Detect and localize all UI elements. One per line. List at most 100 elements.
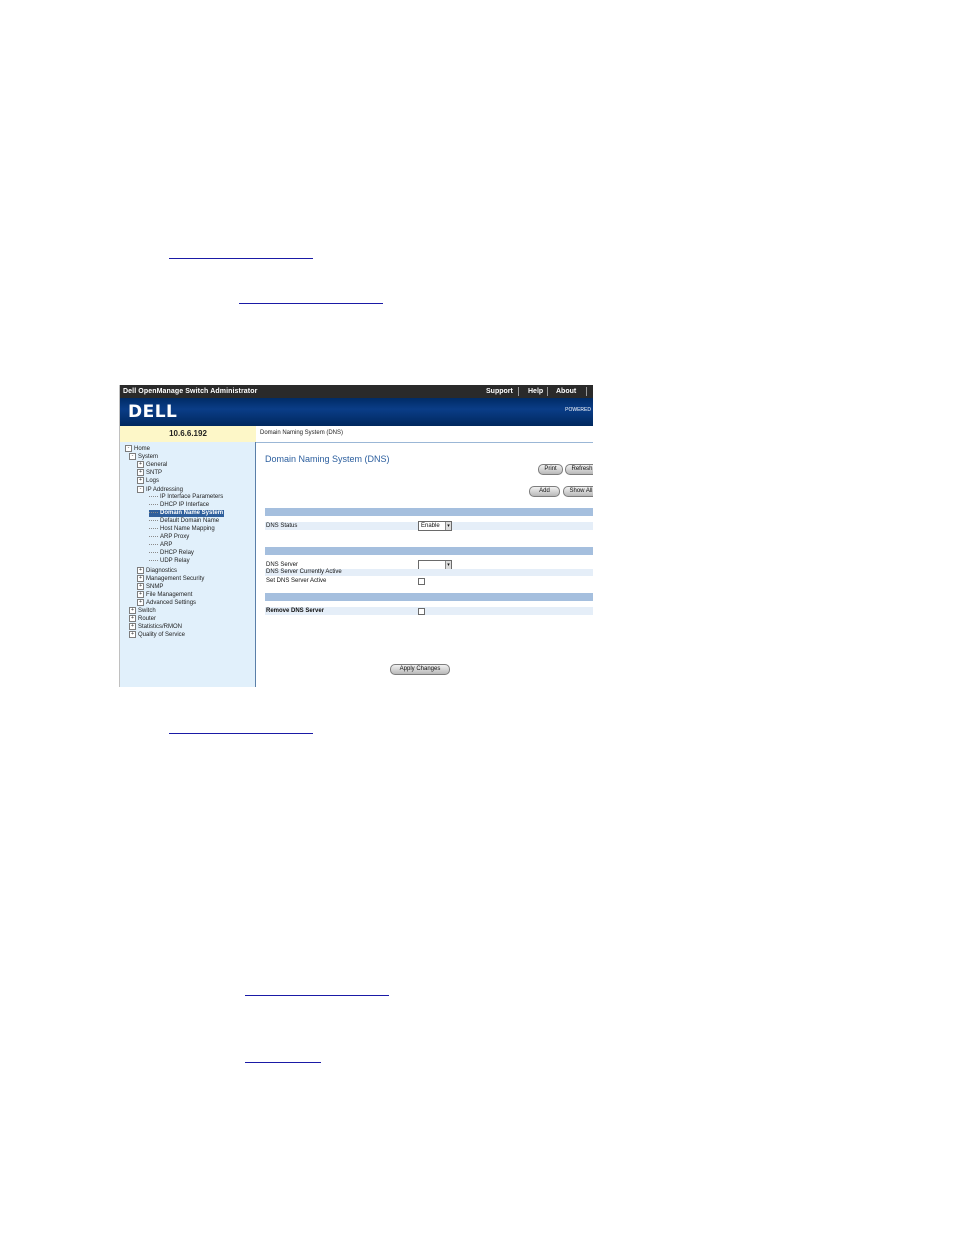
show-all-button[interactable]: Show All <box>563 486 593 497</box>
tree-item[interactable]: + SNMP <box>137 582 164 590</box>
collapse-icon[interactable]: - <box>129 453 136 461</box>
page-tab-label: Domain Naming System (DNS) <box>260 430 344 436</box>
tree-item[interactable]: Host Name Mapping <box>149 526 215 533</box>
tree-item-label: Home <box>134 446 151 453</box>
doc-link-2[interactable] <box>239 291 383 304</box>
tree-item[interactable]: + Quality of Service <box>129 631 185 638</box>
tree-item[interactable]: + SNTP <box>137 469 162 476</box>
dns-status-value: Enable <box>421 523 440 529</box>
dell-logo: DELL <box>128 402 178 422</box>
tree-item-label: Logs <box>146 478 160 485</box>
divider <box>547 387 548 396</box>
tree-item[interactable]: + Logs <box>137 477 159 484</box>
dns-status-select[interactable]: Enable ▾ <box>418 521 452 531</box>
doc-link-1[interactable] <box>169 246 313 259</box>
divider <box>518 387 519 396</box>
expand-icon[interactable]: + <box>129 615 136 623</box>
tree-item[interactable]: - System <box>129 453 158 460</box>
tree-item[interactable]: ARP <box>149 542 172 549</box>
doc-link-5[interactable] <box>245 1050 321 1063</box>
tree-connector <box>149 544 158 546</box>
navigation-tree: - Home - System + General + SNTP + Logs - IP Addres… <box>120 442 256 687</box>
tree-item[interactable]: - Home <box>125 445 150 452</box>
tree-item[interactable]: + Statistics/RMON <box>129 623 182 630</box>
remove-dns-row: Remove DNS Server <box>265 607 593 615</box>
tree-item-label: SNMP <box>146 583 164 590</box>
expand-icon[interactable]: + <box>137 461 144 469</box>
expand-icon[interactable]: + <box>137 566 144 574</box>
tree-item[interactable]: + Switch <box>129 607 156 614</box>
tree-item-label: ARP <box>160 542 173 549</box>
tree-item[interactable]: IP Interface Parameters <box>149 494 223 501</box>
remove-dns-checkbox[interactable] <box>418 608 425 615</box>
tree-item[interactable]: - IP Addressing <box>137 485 183 493</box>
tree-item-label: Quality of Service <box>138 632 186 639</box>
support-link[interactable]: Support <box>486 385 513 398</box>
tree-item[interactable]: + Advanced Settings <box>137 598 196 606</box>
tree-item-label: Default Domain Name <box>160 517 220 524</box>
expand-icon[interactable]: + <box>137 598 144 606</box>
tree-item[interactable]: + Management Security <box>137 574 204 582</box>
tree-item[interactable]: + Diagnostics <box>137 566 178 574</box>
collapse-icon[interactable]: - <box>125 445 132 452</box>
dns-status-row: DNS Status Enable ▾ <box>265 521 593 531</box>
dns-status-label: DNS Status <box>266 523 298 529</box>
expand-icon[interactable]: + <box>137 590 144 598</box>
tree-item[interactable]: DHCP Relay <box>149 550 194 557</box>
top-bar: Dell OpenManage Switch Administrator Sup… <box>120 385 593 398</box>
tree-item[interactable]: Domain Name System <box>149 509 225 517</box>
expand-icon[interactable]: + <box>137 469 144 477</box>
tree-item-label: SNTP <box>146 470 163 477</box>
app-title: Dell OpenManage Switch Administrator <box>123 388 258 395</box>
set-dns-active-row: Set DNS Server Active <box>265 577 593 585</box>
tree-connector <box>149 560 158 562</box>
doc-link-4[interactable] <box>245 983 389 996</box>
tree-item[interactable]: + Router <box>129 615 156 622</box>
collapse-icon[interactable]: - <box>137 485 144 493</box>
tree-item-label: ARP Proxy <box>160 534 190 541</box>
tree-item-label: File Management <box>146 591 193 598</box>
help-link[interactable]: Help <box>528 385 543 398</box>
expand-icon[interactable]: + <box>129 607 136 614</box>
tree-item[interactable]: Default Domain Name <box>149 518 219 525</box>
tree-item[interactable]: DHCP IP Interface <box>149 502 209 509</box>
expand-icon[interactable]: + <box>137 477 144 485</box>
dns-server-row: DNS Server ▾ <box>265 560 593 570</box>
divider <box>586 387 587 396</box>
expand-icon[interactable]: + <box>129 631 136 639</box>
print-button[interactable]: Print <box>538 464 563 475</box>
tree-item-label: Diagnostics <box>146 567 178 574</box>
add-button[interactable]: Add <box>529 486 560 497</box>
set-dns-active-checkbox[interactable] <box>418 578 425 585</box>
remove-dns-label: Remove DNS Server <box>266 608 325 614</box>
tree-item-label: General <box>146 462 168 469</box>
refresh-button[interactable]: Refresh <box>565 464 593 475</box>
switch-admin-screenshot: Dell OpenManage Switch Administrator Sup… <box>119 385 593 687</box>
set-dns-active-label: Set DNS Server Active <box>266 578 327 584</box>
tree-item-label: Statistics/RMON <box>138 624 183 631</box>
tree-item[interactable]: ARP Proxy <box>149 534 189 541</box>
tree-item[interactable]: + General <box>137 461 167 468</box>
tree-item-label: System <box>138 454 159 461</box>
tree-connector <box>149 511 158 513</box>
section-header <box>265 508 593 516</box>
device-ip: 10.6.6.192 <box>120 426 256 442</box>
apply-changes-button[interactable]: Apply Changes <box>390 664 450 675</box>
header-banner: DELL POWERED <box>120 398 593 426</box>
tree-connector <box>149 519 158 521</box>
tree-item-label: IP Interface Parameters <box>160 493 224 500</box>
tree-item-label: Switch <box>138 608 156 615</box>
tree-item[interactable]: + File Management <box>137 590 193 598</box>
content-panel: Domain Naming System (DNS) Print Refresh… <box>256 443 593 687</box>
dns-server-label: DNS Server <box>266 562 299 568</box>
about-link[interactable]: About <box>556 385 576 398</box>
chevron-down-icon: ▾ <box>445 561 451 569</box>
tree-item-label: UDP Relay <box>160 558 190 565</box>
expand-icon[interactable]: + <box>137 582 144 590</box>
expand-icon[interactable]: + <box>129 623 136 631</box>
expand-icon[interactable]: + <box>137 574 144 582</box>
powered-text: POWERED <box>565 407 591 413</box>
doc-link-3[interactable] <box>169 721 313 734</box>
tree-connector <box>149 536 158 538</box>
tree-item[interactable]: UDP Relay <box>149 558 190 565</box>
